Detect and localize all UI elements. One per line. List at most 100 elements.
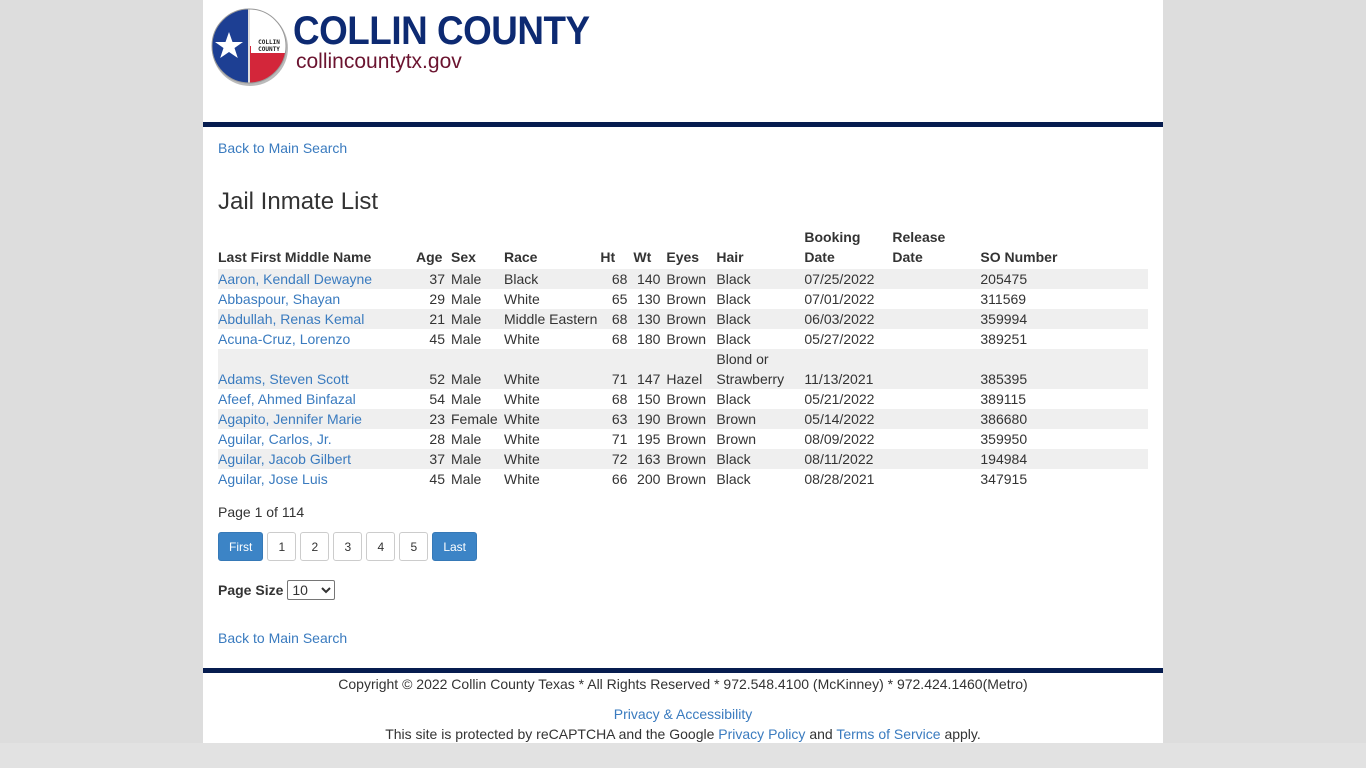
cell-hair: Brown <box>716 429 804 449</box>
cell-wt: 180 <box>633 329 666 349</box>
page-1-button[interactable]: 1 <box>267 532 297 561</box>
wt-value: 163 <box>637 451 661 467</box>
cell-eyes: Brown <box>666 389 716 409</box>
inmate-name-link[interactable]: Aguilar, Jacob Gilbert <box>218 451 351 467</box>
page-3-button[interactable]: 3 <box>333 532 363 561</box>
so-value: 347915 <box>980 471 1028 487</box>
cell-sex: Male <box>451 309 504 329</box>
sex-value: Male <box>451 451 482 467</box>
wt-value: 150 <box>637 391 661 407</box>
cell-name: Afeef, Ahmed Binfazal <box>218 389 416 409</box>
last-page-button[interactable]: Last <box>432 532 478 561</box>
cell-so: 347915 <box>980 469 1148 489</box>
cell-age: 54 <box>416 389 451 409</box>
sex-value: Male <box>451 391 482 407</box>
page-4-button[interactable]: 4 <box>366 532 396 561</box>
race-value: White <box>504 291 540 307</box>
cell-sex: Male <box>451 269 504 289</box>
table-header-row: Last First Middle Name Age Sex Race Ht W… <box>218 227 1148 269</box>
hair-value: Black <box>716 311 751 327</box>
hair-value: Black <box>716 271 751 287</box>
cell-age: 45 <box>416 329 451 349</box>
eyes-value: Brown <box>666 311 707 327</box>
sex-value: Male <box>451 271 482 287</box>
inmate-name-link[interactable]: Agapito, Jennifer Marie <box>218 411 362 427</box>
inmate-name-link[interactable]: Aguilar, Jose Luis <box>218 471 328 487</box>
cell-booking: 08/11/2022 <box>804 449 893 469</box>
booking-value: 06/03/2022 <box>804 311 875 327</box>
ht-value: 68 <box>611 271 628 287</box>
cell-wt: 147 <box>633 349 667 389</box>
race-value: White <box>504 431 540 447</box>
hair-value: Black <box>716 471 751 487</box>
inmate-name-link[interactable]: Adams, Steven Scott <box>218 371 349 387</box>
cell-ht: 71 <box>600 349 634 389</box>
table-row: Afeef, Ahmed Binfazal 54 Male White 68 150 Bro… <box>218 389 1148 409</box>
inmate-name-link[interactable]: Abbaspour, Shayan <box>218 291 340 307</box>
inmate-name-link[interactable]: Aaron, Kendall Dewayne <box>218 271 372 287</box>
site-footer: Copyright © 2022 Collin County Texas * A… <box>203 674 1163 744</box>
ht-value: 68 <box>611 311 628 327</box>
ht-value: 65 <box>611 291 628 307</box>
recaptcha-suffix: apply. <box>944 726 981 742</box>
cell-age: 52 <box>416 349 451 389</box>
cell-hair: Black <box>716 389 804 409</box>
cell-name: Abdullah, Renas Kemal <box>218 309 416 329</box>
eyes-value: Brown <box>666 391 707 407</box>
cell-eyes: Brown <box>666 329 716 349</box>
cell-hair: Black <box>716 269 805 289</box>
inmate-name-link[interactable]: Aguilar, Carlos, Jr. <box>218 431 332 447</box>
logo-subtitle: collincountytx.gov <box>296 50 462 73</box>
hair-value: Brown <box>716 411 757 427</box>
back-to-main-search-link[interactable]: Back to Main Search <box>218 140 347 156</box>
cell-race: White <box>504 329 600 349</box>
booking-value: 08/11/2022 <box>804 451 874 467</box>
sex-value: Male <box>451 371 482 387</box>
terms-of-service-link[interactable]: Terms of Service <box>836 726 940 742</box>
cell-release <box>892 469 980 489</box>
hair-value: Blond or Strawberry <box>716 351 785 387</box>
cell-release <box>892 289 980 309</box>
cell-race: White <box>504 409 601 429</box>
booking-value: 08/09/2022 <box>804 431 875 447</box>
cell-booking: 05/14/2022 <box>804 409 893 429</box>
age-value: 37 <box>429 451 445 467</box>
cell-so: 386680 <box>980 409 1148 429</box>
cell-ht: 68 <box>600 329 633 349</box>
inmate-name-link[interactable]: Acuna-Cruz, Lorenzo <box>218 331 350 347</box>
inmate-name-link[interactable]: Abdullah, Renas Kemal <box>218 311 364 327</box>
wt-value: 130 <box>637 291 661 307</box>
so-value: 385395 <box>980 371 1028 387</box>
wt-value: 147 <box>637 371 661 387</box>
page-2-button[interactable]: 2 <box>300 532 330 561</box>
booking-value: 07/01/2022 <box>804 291 875 307</box>
col-header-age: Age <box>416 249 443 265</box>
county-seal-logo[interactable]: COLLIN COUNTY <box>209 6 289 86</box>
sex-value: Male <box>451 431 482 447</box>
eyes-value: Brown <box>666 411 707 427</box>
cell-release <box>892 309 981 329</box>
cell-eyes: Brown <box>666 269 717 289</box>
ht-value: 68 <box>611 391 628 407</box>
cell-hair: Black <box>716 449 805 469</box>
google-privacy-policy-link[interactable]: Privacy Policy <box>718 726 805 742</box>
first-page-button[interactable]: First <box>218 532 264 561</box>
age-value: 29 <box>429 291 445 307</box>
page-5-button[interactable]: 5 <box>399 532 429 561</box>
cell-age: 37 <box>416 449 451 469</box>
ht-value: 66 <box>611 471 628 487</box>
cell-age: 37 <box>416 269 451 289</box>
sex-value: Male <box>451 471 482 487</box>
back-to-main-search-link-bottom[interactable]: Back to Main Search <box>218 630 347 646</box>
cell-sex: Male <box>451 289 504 309</box>
privacy-accessibility-link[interactable]: Privacy & Accessibility <box>614 706 752 722</box>
cell-release <box>892 389 980 409</box>
cell-age: 29 <box>416 289 451 309</box>
page-size-select[interactable]: 10 <box>287 580 336 600</box>
so-value: 205475 <box>980 271 1028 287</box>
table-row: Abdullah, Renas Kemal 21 Male Middle Easter… <box>218 309 1148 329</box>
so-value: 194984 <box>980 451 1028 467</box>
cell-so: 389251 <box>980 329 1148 349</box>
inmate-name-link[interactable]: Afeef, Ahmed Binfazal <box>218 391 356 407</box>
cell-eyes: Brown <box>666 309 717 329</box>
